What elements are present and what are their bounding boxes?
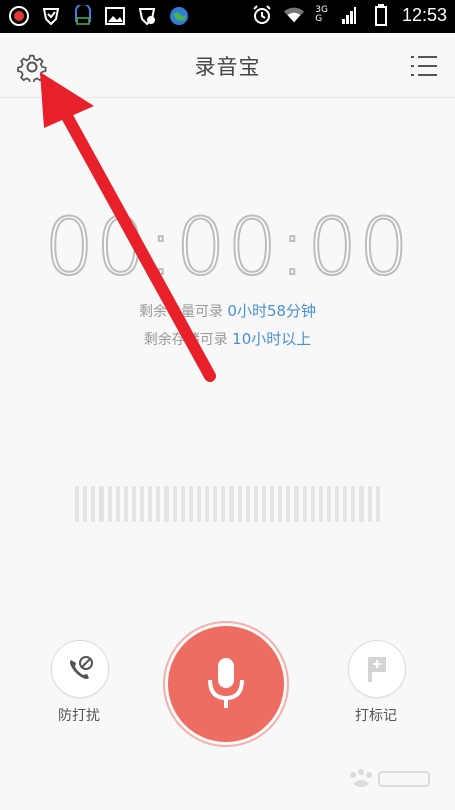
add-mark-label: 打标记 [355,708,397,724]
waveform-bar [115,486,120,522]
recording-timer: 00:00:00 [43,203,411,293]
phone-block-icon [70,656,93,679]
waveform-bar [213,486,218,522]
menu-button[interactable] [409,52,439,80]
image-icon [104,5,126,27]
waveform-bar [302,486,307,522]
globe-icon [168,5,190,27]
waveform-bar [278,486,283,522]
waveform-bar [237,486,242,522]
waveform-bar [245,486,250,522]
signal-icon [338,4,360,26]
storage-remaining-value: 10小时以上 [232,330,312,348]
waveform-bar [326,486,331,522]
waveform-bar [229,486,234,522]
waveform-bar [99,486,104,522]
flag-add-icon [368,657,386,682]
app-bar: 录音宝 [0,33,455,98]
waveform-bar [164,486,169,522]
waveform-bar [270,486,275,522]
waveform-bar [172,486,177,522]
shield-check-icon [136,5,158,27]
waveform-bar [294,486,299,522]
waveform-bar [107,486,112,522]
network-bottom-label: G [315,14,323,24]
waveform-bar [221,486,226,522]
waveform-bar [91,486,96,522]
status-bar: 3G G 12:53 [0,0,455,33]
chat-icon [72,5,94,27]
battery-remaining-info: 剩余电量可录 0小时58分钟 [0,300,455,321]
waveform-bar [318,486,323,522]
network-type: 3G G [315,6,328,24]
waveform-bar [367,486,372,522]
waveform-bar [131,486,136,522]
storage-remaining-info: 剩余存储可录 10小时以上 [0,328,455,349]
waveform-bar [148,486,153,522]
waveform-bars [75,486,380,522]
add-mark-button[interactable] [348,640,406,698]
waveform-bar [310,486,315,522]
waveform-bar [123,486,128,522]
waveform-bar [335,486,340,522]
watermark-logo [343,766,435,792]
waveform-bar [75,486,80,522]
battery-remaining-value: 0小时58分钟 [227,302,317,320]
waveform-bar [351,486,356,522]
list-menu-icon [411,56,437,76]
battery-icon [370,4,392,26]
shield-icon [40,5,62,27]
storage-remaining-label: 剩余存储可录 [143,332,228,348]
waveform-bar [286,486,291,522]
record-button-inner[interactable] [168,626,284,742]
alarm-icon [251,4,273,26]
waveform-bar [343,486,348,522]
waveform-bar [375,486,380,522]
app-title: 录音宝 [194,55,261,79]
waveform-bar [196,486,201,522]
waveform-bar [359,486,364,522]
waveform-bar [261,486,266,522]
wifi-icon [283,4,305,26]
waveform-bar [140,486,145,522]
waveform-bar [156,486,161,522]
do-not-disturb-button[interactable] [51,640,109,698]
waveform-bar [205,486,210,522]
waveform-bar [83,486,88,522]
waveform-bar [180,486,185,522]
do-not-disturb-label: 防打扰 [58,708,100,724]
microphone-icon [208,658,244,708]
record-indicator-icon [8,5,30,27]
status-time: 12:53 [401,4,447,25]
waveform-bar [188,486,193,522]
record-button[interactable] [163,621,289,747]
waveform-bar [253,486,258,522]
battery-remaining-label: 剩余电量可录 [138,304,223,320]
